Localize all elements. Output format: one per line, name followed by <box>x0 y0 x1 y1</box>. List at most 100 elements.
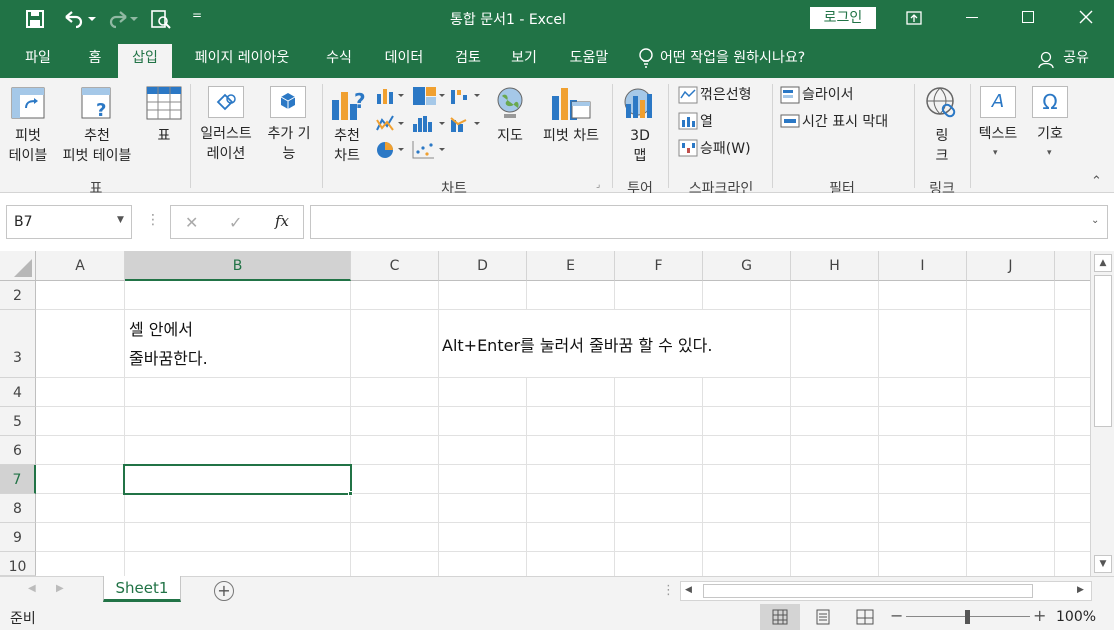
column-header-d[interactable]: D <box>439 251 527 281</box>
chevron-down-icon[interactable]: ▼ <box>117 215 124 225</box>
link-icon[interactable] <box>924 86 960 126</box>
waterfall-chart-icon[interactable] <box>450 86 484 110</box>
tab-insert[interactable]: 삽입 <box>118 44 172 78</box>
row-header-8[interactable]: 8 <box>0 494 36 523</box>
zoom-slider-thumb[interactable] <box>965 610 970 624</box>
cancel-icon[interactable]: ✕ <box>185 213 198 232</box>
page-layout-view-icon[interactable] <box>815 609 831 629</box>
tab-file[interactable]: 파일 <box>12 44 64 78</box>
scroll-down-icon[interactable]: ▼ <box>1094 555 1112 573</box>
column-header-j[interactable]: J <box>967 251 1055 281</box>
sparkline-column-button[interactable]: 열 <box>700 112 713 132</box>
add-sheet-icon[interactable]: + <box>214 581 234 601</box>
pivot-table-icon[interactable] <box>10 86 48 126</box>
timeline-button[interactable]: 시간 표시 막대 <box>802 112 888 132</box>
enter-icon[interactable]: ✓ <box>229 213 242 232</box>
formula-input[interactable]: ⌄ <box>310 205 1108 239</box>
column-chart-icon[interactable] <box>376 86 406 110</box>
sparkline-line-button[interactable]: 꺾은선형 <box>700 85 752 105</box>
text-button[interactable]: 텍스트 <box>972 124 1024 144</box>
column-header-g[interactable]: G <box>703 251 791 281</box>
customize-qat-icon[interactable]: = <box>192 8 202 22</box>
3d-map-icon[interactable] <box>620 86 660 126</box>
line-chart-icon[interactable] <box>376 114 406 138</box>
redo-icon[interactable] <box>104 9 138 33</box>
scroll-right-icon[interactable]: ▶ <box>1077 585 1084 595</box>
recommended-charts-button[interactable]: 추천 차트 <box>326 126 368 166</box>
illustrations-icon[interactable] <box>208 86 244 118</box>
slicer-button[interactable]: 슬라이서 <box>802 85 854 105</box>
row-header-10[interactable]: 10 <box>0 552 36 576</box>
prev-sheet-icon[interactable]: ◀ <box>28 583 36 594</box>
row-header-3[interactable]: 3 <box>0 310 36 378</box>
zoom-in-icon[interactable]: + <box>1033 606 1046 625</box>
sparkline-winloss-icon[interactable] <box>678 139 698 161</box>
tab-help[interactable]: 도움말 <box>556 44 622 78</box>
column-header-e[interactable]: E <box>527 251 615 281</box>
pivot-chart-icon[interactable] <box>548 86 592 126</box>
recommended-pivot-button[interactable]: 추천 피벗 테이블 <box>54 126 140 166</box>
combo-chart-icon[interactable] <box>450 114 484 138</box>
scroll-up-icon[interactable]: ▲ <box>1094 254 1112 272</box>
sparkline-line-icon[interactable] <box>678 86 698 108</box>
vertical-scrollbar[interactable]: ▲ ▼ <box>1090 251 1114 576</box>
addins-icon[interactable] <box>270 86 306 118</box>
pivot-table-button[interactable]: 피벗 테이블 <box>2 126 54 166</box>
column-header-b[interactable]: B <box>125 251 351 281</box>
row-header-2[interactable]: 2 <box>0 281 36 310</box>
share-button[interactable]: 공유 <box>1058 44 1094 78</box>
undo-icon[interactable] <box>62 9 96 33</box>
tab-view[interactable]: 보기 <box>500 44 548 78</box>
column-header-f[interactable]: F <box>615 251 703 281</box>
hierarchy-chart-icon[interactable] <box>412 86 446 110</box>
table-icon[interactable] <box>146 86 182 126</box>
next-sheet-icon[interactable]: ▶ <box>56 583 64 594</box>
zoom-level[interactable]: 100% <box>1056 609 1096 625</box>
text-icon[interactable]: A <box>980 86 1016 118</box>
drag-handle-icon[interactable]: ⋮ <box>146 212 160 228</box>
close-icon[interactable] <box>1078 9 1094 29</box>
minimize-icon[interactable] <box>966 17 978 18</box>
maps-icon[interactable] <box>496 86 526 126</box>
table-button[interactable]: 표 <box>150 126 178 146</box>
cell-d3[interactable]: Alt+Enter를 눌러서 줄바꿈 할 수 있다. <box>442 332 712 356</box>
row-header-4[interactable]: 4 <box>0 378 36 407</box>
sparkline-column-icon[interactable] <box>678 112 698 134</box>
normal-view-button[interactable] <box>760 604 800 630</box>
scroll-thumb[interactable] <box>1094 275 1112 427</box>
insert-function-icon[interactable]: fx <box>275 212 289 230</box>
recommended-charts-icon[interactable]: ? <box>330 86 368 126</box>
active-cell-b7[interactable] <box>123 464 352 495</box>
row-header-9[interactable]: 9 <box>0 523 36 552</box>
column-header-c[interactable]: C <box>351 251 439 281</box>
addins-button[interactable]: 추가 기 능 <box>260 124 318 164</box>
symbol-icon[interactable]: Ω <box>1032 86 1068 118</box>
column-header-a[interactable]: A <box>36 251 125 281</box>
tab-review[interactable]: 검토 <box>444 44 492 78</box>
scroll-left-icon[interactable]: ◀ <box>685 585 692 595</box>
pivot-chart-button[interactable]: 피벗 차트 <box>534 126 608 146</box>
column-header-h[interactable]: H <box>791 251 879 281</box>
statistic-chart-icon[interactable] <box>412 114 446 138</box>
tell-me-search[interactable]: 어떤 작업을 원하시나요? <box>660 44 832 78</box>
login-button[interactable]: 로그인 <box>810 7 876 29</box>
maximize-icon[interactable] <box>1022 11 1034 23</box>
pie-chart-icon[interactable] <box>376 140 406 164</box>
expand-formula-icon[interactable]: ⌄ <box>1091 215 1099 226</box>
maps-button[interactable]: 지도 <box>490 126 530 146</box>
tab-page-layout[interactable]: 페이지 레이아웃 <box>180 44 304 78</box>
tab-data[interactable]: 데이터 <box>372 44 436 78</box>
tab-home[interactable]: 홈 <box>74 44 116 78</box>
sheet-tab-sheet1[interactable]: Sheet1 <box>103 576 181 602</box>
slicer-icon[interactable] <box>780 86 800 108</box>
zoom-out-icon[interactable]: − <box>890 606 903 625</box>
horizontal-scrollbar[interactable]: ◀ ▶ <box>680 581 1092 601</box>
symbol-button[interactable]: 기호 <box>1030 124 1070 144</box>
ribbon-display-options-icon[interactable] <box>906 10 922 30</box>
name-box[interactable]: B7 ▼ <box>6 205 132 239</box>
dialog-launcher-icon[interactable]: ⌟ <box>596 180 600 190</box>
recommended-pivot-icon[interactable]: ? <box>80 86 118 126</box>
row-header-7[interactable]: 7 <box>0 465 36 494</box>
cell-b3[interactable]: 셀 안에서 줄바꿈한다. <box>129 315 208 373</box>
tab-formulas[interactable]: 수식 <box>312 44 366 78</box>
